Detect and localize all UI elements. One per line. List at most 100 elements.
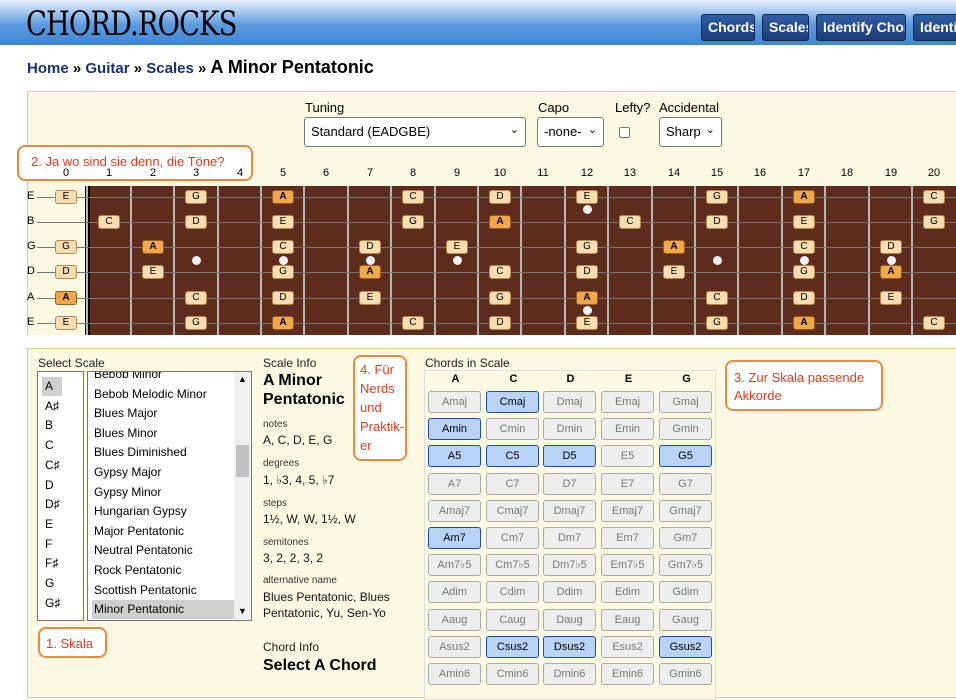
scale-note-marker[interactable]: G [402, 215, 424, 229]
scale-note-marker[interactable]: G [576, 240, 598, 254]
scale-note-marker[interactable]: E [576, 190, 598, 204]
chord-button[interactable]: Ddim [543, 581, 596, 604]
scale-note-marker[interactable]: E [446, 240, 468, 254]
chord-button[interactable]: Amaj [428, 391, 481, 413]
root-note-marker[interactable]: A [272, 316, 294, 330]
chord-button[interactable]: Cmaj7 [486, 499, 539, 522]
scale-option[interactable]: Rock Pentatonic [92, 561, 234, 580]
root-note-marker[interactable]: A [880, 265, 902, 279]
scale-note-marker[interactable]: C [923, 316, 945, 330]
chord-button[interactable]: Aaug [428, 608, 481, 631]
scale-option[interactable]: Hungarian Gypsy [92, 502, 234, 521]
scale-note-marker[interactable]: G [793, 265, 815, 279]
chord-button[interactable]: Cm7♭5 [486, 554, 539, 577]
scale-note-marker[interactable]: G [185, 190, 207, 204]
chord-button[interactable]: Amaj7 [428, 499, 481, 522]
chord-button[interactable]: Amin6 [428, 663, 481, 685]
chord-button[interactable]: Gmaj [659, 391, 712, 413]
scale-note-marker[interactable]: D [185, 215, 207, 229]
accidental-select[interactable]: Sharp ⌄ [659, 117, 722, 147]
chord-button[interactable]: Caug [486, 608, 539, 631]
chord-button[interactable]: Gmin6 [659, 663, 712, 685]
root-option[interactable]: A [42, 377, 62, 396]
breadcrumb-scales-link[interactable]: Scales [146, 60, 194, 77]
nav-identify-scale-button[interactable]: Identify Scale [913, 14, 956, 41]
scale-type-list[interactable]: Minor Pentatonic Scottish Pentatonic Rock … [87, 371, 252, 621]
nav-chords-button[interactable]: Chords [701, 14, 755, 41]
scale-note-marker[interactable]: D [880, 240, 902, 254]
chord-button[interactable]: Em7 [601, 527, 654, 549]
chord-button[interactable]: Csus2 [486, 635, 539, 658]
scale-note-marker[interactable]: E [55, 190, 77, 204]
scale-note-marker[interactable]: D [576, 265, 598, 279]
capo-select[interactable]: -none- ⌄ [537, 117, 604, 147]
scale-note-marker[interactable]: D [359, 240, 381, 254]
scale-option[interactable]: Bebob Melodic Minor [92, 385, 234, 404]
chord-button[interactable]: Emin [601, 418, 654, 441]
scale-option[interactable]: Neutral Pentatonic [92, 541, 234, 560]
scale-note-marker[interactable]: E [576, 316, 598, 330]
scale-note-marker[interactable]: G [923, 215, 945, 229]
breadcrumb-guitar-link[interactable]: Guitar [85, 60, 129, 77]
scale-note-marker[interactable]: D [489, 190, 511, 204]
root-note-marker[interactable]: A [55, 291, 77, 305]
chord-button[interactable]: Emaj [601, 391, 654, 413]
scale-note-marker[interactable]: C [489, 265, 511, 279]
chord-button[interactable]: Dmin [543, 418, 596, 441]
root-note-marker[interactable]: A [359, 265, 381, 279]
root-option[interactable]: F [42, 535, 62, 554]
scale-note-marker[interactable]: G [706, 190, 728, 204]
scrollbar-thumb[interactable] [236, 445, 249, 477]
tuning-select[interactable]: Standard (EADGBE) ⌄ [304, 117, 526, 147]
scale-note-marker[interactable]: C [402, 316, 424, 330]
chord-button[interactable]: Gm7♭5 [659, 554, 712, 577]
chord-button[interactable]: Amin [428, 418, 481, 441]
chord-button[interactable]: Gm7 [659, 527, 712, 549]
scale-option[interactable]: Major Pentatonic [92, 522, 234, 541]
scale-note-marker[interactable]: C [619, 215, 641, 229]
root-option[interactable]: D [42, 476, 62, 495]
chord-button[interactable]: Gdim [659, 581, 712, 604]
chord-button[interactable]: Eaug [601, 608, 654, 631]
scale-option[interactable]: Scottish Pentatonic [92, 581, 234, 600]
root-note-marker[interactable]: A [663, 240, 685, 254]
scale-note-marker[interactable]: G [55, 240, 77, 254]
chord-button[interactable]: D5 [543, 445, 596, 468]
scale-note-marker[interactable]: E [55, 316, 77, 330]
scale-note-marker[interactable]: E [663, 265, 685, 279]
scale-note-marker[interactable]: C [923, 190, 945, 204]
scale-note-marker[interactable]: E [880, 291, 902, 305]
root-note-marker[interactable]: A [793, 190, 815, 204]
chord-button[interactable]: Emin6 [601, 663, 654, 685]
chord-button[interactable]: Am7♭5 [428, 554, 481, 577]
chord-button[interactable]: C7 [486, 472, 539, 495]
chord-button[interactable]: Edim [601, 581, 654, 604]
scale-option[interactable]: Gypsy Major [92, 463, 234, 482]
root-note-marker[interactable]: A [576, 291, 598, 305]
scale-note-marker[interactable]: D [706, 215, 728, 229]
chord-button[interactable]: D7 [543, 472, 596, 495]
chevron-down-icon[interactable]: ▼ [238, 606, 247, 616]
chord-button[interactable]: Em7♭5 [601, 554, 654, 577]
scale-note-marker[interactable]: C [706, 291, 728, 305]
chord-button[interactable]: A7 [428, 472, 481, 495]
scale-note-marker[interactable]: C [185, 291, 207, 305]
chord-button[interactable]: G7 [659, 472, 712, 495]
chord-button[interactable]: Adim [428, 581, 481, 604]
scale-note-marker[interactable]: C [98, 215, 120, 229]
scale-note-marker[interactable]: E [359, 291, 381, 305]
chord-button[interactable]: Dsus2 [543, 635, 596, 658]
chord-button[interactable]: Gaug [659, 608, 712, 631]
scale-note-marker[interactable]: D [793, 291, 815, 305]
root-option[interactable]: A♯ [42, 397, 62, 416]
root-option[interactable]: G♯ [42, 594, 62, 613]
chord-button[interactable]: Dmin6 [543, 663, 596, 685]
scale-option[interactable]: Bebob Minor [92, 372, 234, 384]
root-note-marker[interactable]: A [489, 215, 511, 229]
root-option[interactable]: D♯ [42, 495, 62, 514]
chord-button[interactable]: Dm7♭5 [543, 554, 596, 577]
chord-button[interactable]: Cmaj [486, 391, 539, 413]
scale-option[interactable]: Blues Major [92, 404, 234, 423]
chord-button[interactable]: E7 [601, 472, 654, 495]
chord-button[interactable]: Dm7 [543, 527, 596, 549]
